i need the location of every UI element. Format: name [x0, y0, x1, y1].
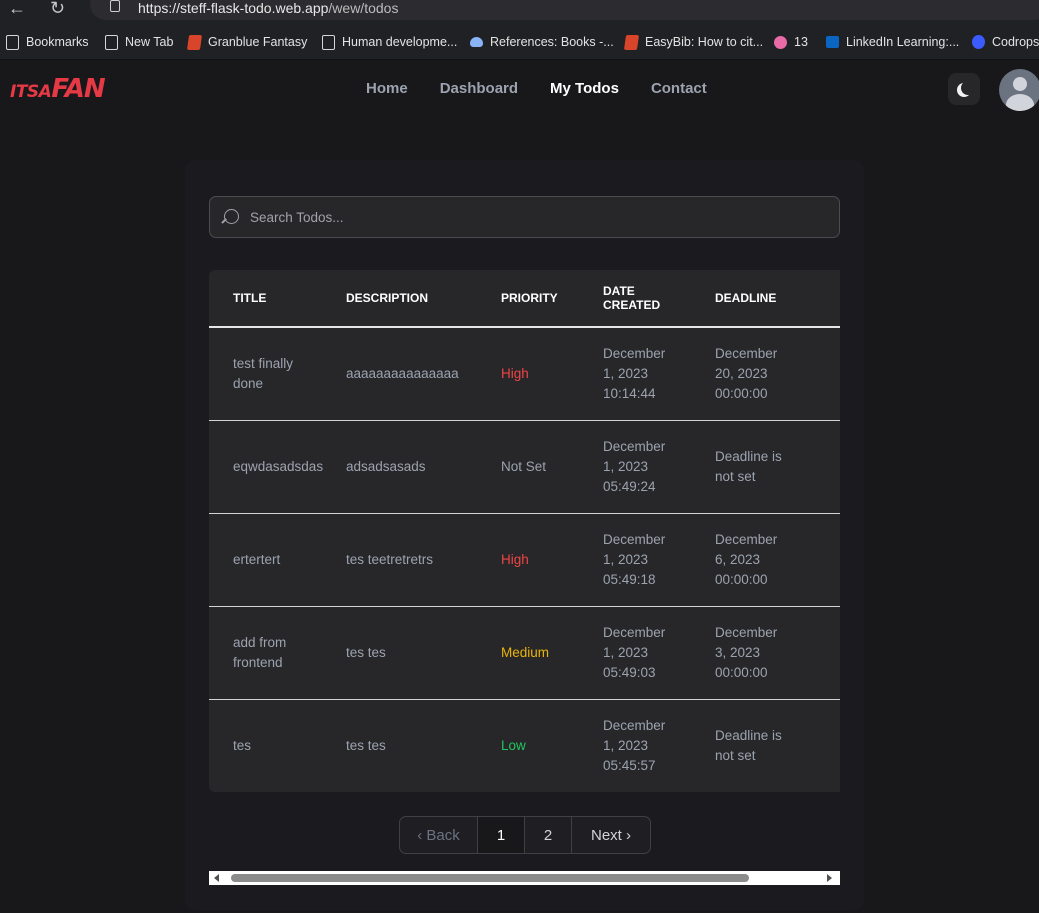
cloud-icon: [470, 37, 483, 47]
play-icon: [826, 36, 839, 48]
search-input[interactable]: [250, 207, 810, 227]
badge-icon: [774, 35, 787, 49]
column-header-priority[interactable]: PRIORITY: [501, 270, 603, 328]
moon-icon: [961, 81, 975, 95]
cell-description: tes teetretretrs: [346, 513, 501, 607]
cell-priority: High: [501, 513, 603, 607]
cell-priority: High: [501, 327, 603, 421]
column-header-description[interactable]: DESCRIPTION: [346, 270, 501, 328]
cell-deadline: Deadline is not set: [715, 727, 782, 763]
bookmarks-bar: Bookmarks New Tab Granblue Fantasy Human…: [0, 22, 1039, 60]
cell-priority: Low: [501, 737, 526, 753]
cell-date-created: December 1, 2023 05:49:03: [603, 606, 715, 700]
bookmark-bookmarks[interactable]: Bookmarks: [6, 34, 89, 50]
cell-date-created: December 1, 2023 05:49:18: [603, 513, 715, 607]
table-row[interactable]: add from frontend tes tes Medium Decembe…: [209, 606, 840, 700]
pagination-page-1[interactable]: 1: [478, 817, 525, 853]
table-row[interactable]: test finally done aaaaaaaaaaaaaaa High D…: [209, 327, 840, 421]
nav-my-todos[interactable]: My Todos: [550, 80, 619, 97]
column-header-date-created[interactable]: DATE CREATED: [603, 270, 715, 328]
nav-contact[interactable]: Contact: [651, 80, 707, 97]
cell-description: adsadsasads: [346, 420, 501, 514]
scroll-right-arrow-icon[interactable]: [827, 874, 832, 882]
cell-title: eqwdasadsdas: [209, 420, 346, 514]
cell-deadline: December 6, 2023 00:00:00: [715, 513, 840, 607]
column-header-title[interactable]: TITLE: [209, 270, 346, 328]
table-row[interactable]: tes tes tes Low December 1, 2023 05:45:5…: [209, 699, 840, 792]
browser-address-bar: ← ↻ https://steff-flask-todo.web.app/wew…: [0, 0, 1039, 22]
bookmark-codrops[interactable]: Codrops: [972, 34, 1039, 50]
cell-description: tes tes: [346, 606, 501, 700]
horizontal-scrollbar[interactable]: [209, 871, 840, 885]
cell-title: add from frontend: [209, 606, 346, 700]
app-header: ITSAFAN Home Dashboard My Todos Contact: [0, 60, 1039, 122]
table-row[interactable]: eqwdasadsdas adsadsasads Not Set Decembe…: [209, 420, 840, 514]
scroll-left-arrow-icon[interactable]: [214, 874, 219, 882]
avatar[interactable]: [999, 69, 1039, 111]
cell-description: aaaaaaaaaaaaaaa: [346, 327, 501, 421]
search-box: [209, 196, 840, 238]
url-text: https://steff-flask-todo.web.app/wew/tod…: [138, 0, 399, 16]
pagination-next-button[interactable]: Next ›: [572, 817, 650, 853]
nav-dashboard[interactable]: Dashboard: [440, 80, 518, 97]
scrollbar-thumb[interactable]: [231, 874, 749, 882]
reload-icon[interactable]: ↻: [50, 0, 72, 18]
cell-description: tes tes: [346, 737, 386, 753]
easybib-icon: [623, 34, 640, 50]
url-field[interactable]: https://steff-flask-todo.web.app/wew/tod…: [90, 0, 1039, 20]
bookmark-new-tab[interactable]: New Tab: [105, 34, 173, 50]
page-icon: [322, 34, 335, 50]
chevron-right-icon: ›: [621, 826, 631, 844]
search-icon: [224, 209, 239, 224]
user-icon: [1013, 77, 1027, 91]
main-nav: Home Dashboard My Todos Contact: [366, 80, 739, 97]
drop-icon: [972, 35, 985, 49]
cell-deadline: Deadline is not set: [715, 420, 840, 514]
todos-table: TITLE DESCRIPTION PRIORITY DATE CREATED …: [209, 270, 840, 792]
bookmark-easybib[interactable]: EasyBib: How to cit...: [623, 34, 763, 50]
bookmark-13[interactable]: 13: [774, 34, 808, 50]
table-header-row: TITLE DESCRIPTION PRIORITY DATE CREATED …: [209, 270, 840, 328]
cell-priority: Not Set: [501, 420, 603, 514]
cell-title: test finally done: [209, 327, 346, 421]
bookmark-human-development[interactable]: Human developme...: [322, 34, 457, 50]
lock-icon: [110, 0, 120, 12]
bookmark-granblue[interactable]: Granblue Fantasy: [186, 34, 307, 50]
column-header-deadline[interactable]: DEADLINE: [715, 270, 840, 328]
cell-date-created: December 1, 2023 05:45:57: [603, 717, 666, 773]
cell-deadline: December 20, 2023 00:00:00: [715, 327, 840, 421]
nav-home[interactable]: Home: [366, 80, 408, 97]
pagination: ‹ Back 1 2 Next ›: [399, 816, 651, 854]
brand-logo[interactable]: ITSAFAN: [10, 74, 106, 104]
cell-priority: Medium: [501, 606, 603, 700]
page-icon: [105, 34, 118, 50]
bookmark-references[interactable]: References: Books -...: [470, 34, 614, 50]
cell-title: ertertert: [209, 513, 346, 607]
theme-toggle-button[interactable]: [948, 73, 980, 105]
game-icon: [186, 34, 203, 50]
bookmark-linkedin-learning[interactable]: LinkedIn Learning:...: [826, 34, 959, 50]
pagination-back-button[interactable]: ‹ Back: [400, 817, 478, 853]
pagination-page-2[interactable]: 2: [525, 817, 572, 853]
table-row[interactable]: ertertert tes teetretretrs High December…: [209, 513, 840, 607]
cell-deadline: December 3, 2023 00:00:00: [715, 606, 840, 700]
cell-date-created: December 1, 2023 10:14:44: [603, 327, 715, 421]
chevron-left-icon: ‹: [417, 826, 427, 844]
cell-date-created: December 1, 2023 05:49:24: [603, 420, 715, 514]
back-arrow-icon[interactable]: ←: [8, 0, 30, 18]
cell-title: tes: [233, 737, 252, 753]
page-icon: [6, 34, 19, 50]
